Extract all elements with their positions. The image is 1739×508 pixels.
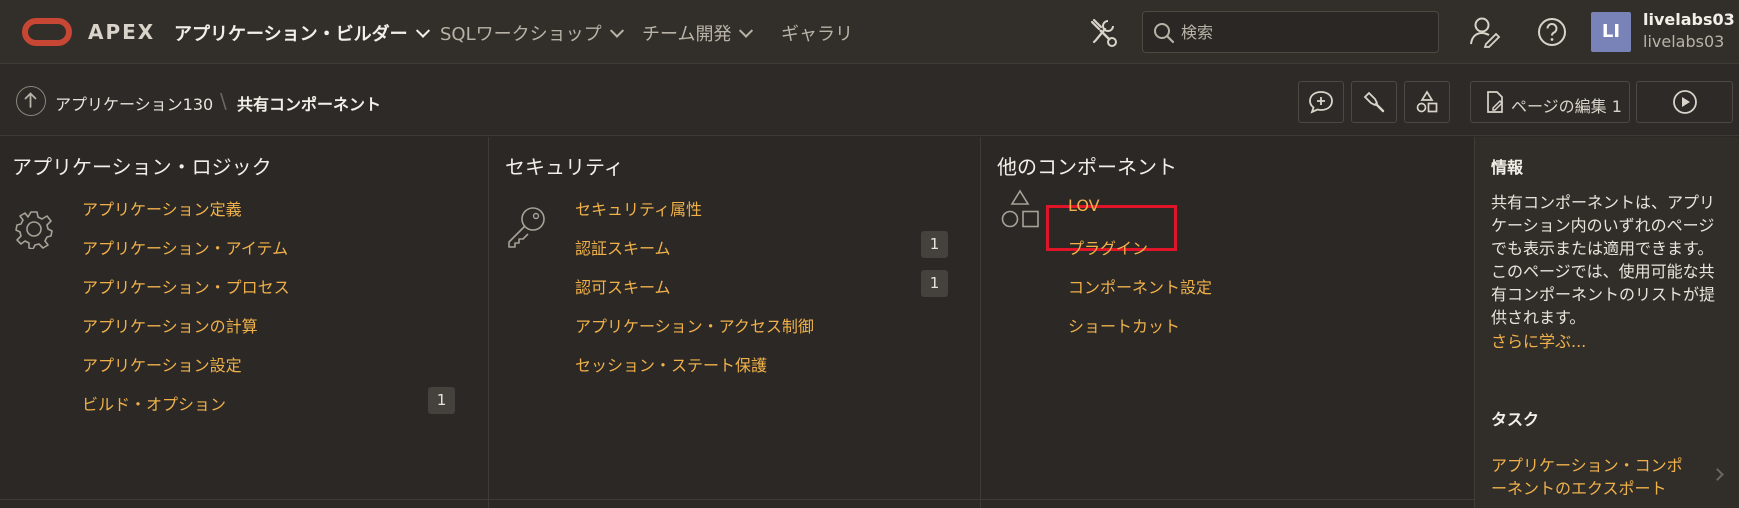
link-lov[interactable]: LOV [1068,196,1100,215]
section-application-logic: アプリケーション・ロジック アプリケーション定義 アプリケーション・アイテム ア… [0,137,489,508]
oracle-logo-icon[interactable] [22,18,72,46]
menu-sql-workshop[interactable]: SQLワークショップ [440,20,624,46]
menu-sql-workshop-label: SQLワークショップ [440,24,602,45]
menu-app-builder-label: アプリケーション・ビルダー [174,24,408,45]
link-authentication-schemes[interactable]: 認証スキーム [575,235,671,259]
avatar[interactable]: LI [1591,12,1631,52]
info-line: 供されます。 [1491,308,1586,327]
shapes-icon [1416,90,1438,113]
debug-button[interactable] [1351,81,1397,123]
menu-team-dev[interactable]: チーム開発 [642,20,754,46]
link-access-control[interactable]: アプリケーション・アクセス制御 [575,313,814,337]
section-security: セキュリティ セキュリティ属性 認証スキーム 1 認可スキーム 1 アプリケーシ… [489,137,981,508]
section-other-components: 他のコンポーネント LOV プラグイン コンポーネント設定 ショートカット [981,137,1475,508]
user-settings-icon[interactable] [1468,15,1502,49]
edit-page-button[interactable]: ページの編集 1 [1470,81,1630,123]
tools-icon[interactable] [1088,16,1118,48]
tasks-title: タスク [1491,410,1540,429]
chevron-down-icon [739,23,754,38]
comment-button[interactable] [1298,81,1344,123]
link-app-definition[interactable]: アプリケーション定義 [82,196,242,220]
task-line: ーネントのエクスポート [1491,479,1667,498]
info-panel: 情報 共有コンポーネントは、アプリ ケーション内のいずれのページ でも表示または… [1475,137,1739,508]
breadcrumb-separator: \ [220,89,227,113]
menu-team-dev-label: チーム開発 [642,24,732,45]
user-name[interactable]: livelabs03 [1643,10,1735,29]
task-export-components[interactable]: アプリケーション・コンポ ーネントのエクスポート [1491,454,1683,500]
section-title: 他のコンポーネント [997,155,1177,179]
comment-plus-icon [1309,91,1333,114]
info-line: ケーション内のいずれのページ [1491,216,1715,235]
shapes-icon [1001,189,1039,228]
play-icon [1672,90,1697,114]
menu-gallery-label: ギャラリ [781,24,853,45]
divider [0,499,1475,500]
search-icon [1154,23,1175,44]
link-app-items[interactable]: アプリケーション・アイテム [82,235,288,259]
link-component-settings[interactable]: コンポーネント設定 [1068,274,1212,298]
link-authorization-schemes[interactable]: 認可スキーム [575,274,671,298]
menu-app-builder[interactable]: アプリケーション・ビルダー [174,20,430,46]
learn-more-link[interactable]: さらに学ぶ... [1491,330,1586,353]
search-input[interactable] [1181,20,1431,44]
user-workspace: livelabs03 [1643,32,1725,51]
link-build-options[interactable]: ビルド・オプション [82,391,226,415]
link-session-state-protection[interactable]: セッション・ステート保護 [575,352,767,376]
gear-icon [15,211,53,249]
link-app-computations[interactable]: アプリケーションの計算 [82,313,258,337]
menu-gallery[interactable]: ギャラリ [781,20,853,46]
shared-components-button[interactable] [1404,81,1450,123]
chevron-down-icon [415,23,430,38]
task-line: アプリケーション・コンポ [1491,456,1683,475]
chevron-down-icon [609,23,624,38]
breadcrumb-parent[interactable]: アプリケーション130 [55,91,213,115]
page-title: 共有コンポーネント [237,95,382,114]
section-title: セキュリティ [505,155,624,179]
info-line: 有コンポーネントのリストが提 [1491,285,1716,304]
edit-page-label: ページの編集 1 [1511,97,1622,116]
flashlight-icon [1363,91,1385,113]
link-security-attributes[interactable]: セキュリティ属性 [575,196,702,220]
info-line: このページでは、使用可能な共 [1491,262,1715,281]
info-line: 共有コンポーネントは、アプリ [1491,193,1716,212]
count-badge: 1 [921,270,948,297]
link-plugins[interactable]: プラグイン [1068,235,1148,259]
link-app-processes[interactable]: アプリケーション・プロセス [82,274,290,298]
info-line: でも表示または適用できます。 [1491,239,1714,258]
search-box[interactable] [1142,11,1439,53]
apex-brand[interactable]: APEX [88,20,155,44]
up-arrow-icon[interactable] [16,86,46,116]
section-title: アプリケーション・ロジック [12,155,272,179]
link-app-settings[interactable]: アプリケーション設定 [82,352,242,376]
count-badge: 1 [428,387,455,414]
info-text: 共有コンポーネントは、アプリ ケーション内のいずれのページ でも表示または適用で… [1491,191,1721,329]
app-header: APEX アプリケーション・ビルダー SQLワークショップ チーム開発 ギャラリ… [0,0,1739,64]
breadcrumb: アプリケーション130 \ 共有コンポーネント ページの編集 1 [0,64,1739,136]
help-icon[interactable] [1535,15,1569,49]
link-shortcuts[interactable]: ショートカット [1068,313,1180,337]
run-page-button[interactable] [1636,81,1733,123]
count-badge: 1 [921,231,948,258]
edit-page-icon [1487,91,1504,113]
info-title: 情報 [1491,158,1524,177]
key-icon [508,207,545,248]
